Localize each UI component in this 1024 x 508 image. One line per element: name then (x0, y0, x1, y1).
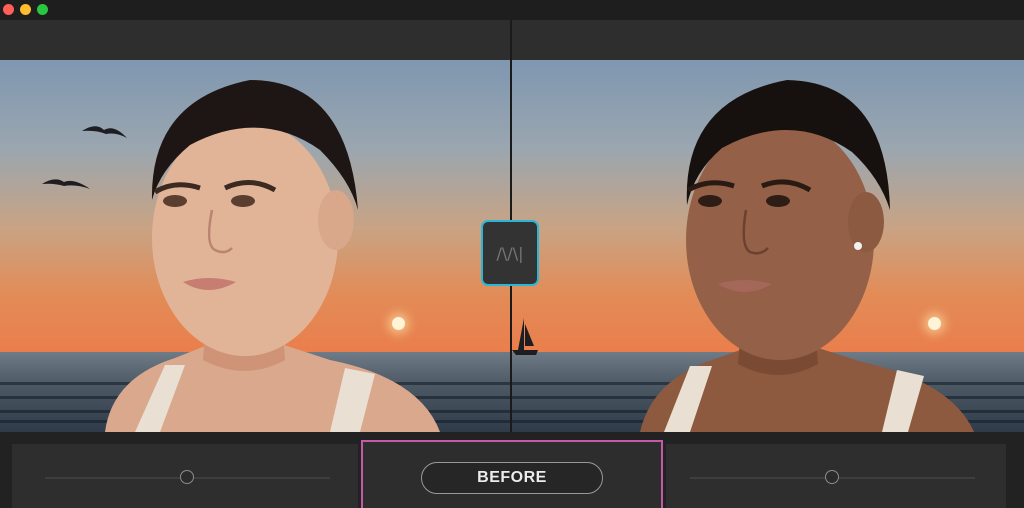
minimize-window-button[interactable] (20, 4, 31, 15)
left-slider-thumb[interactable] (180, 470, 194, 484)
bird-icon (42, 179, 90, 189)
window-titlebar (0, 0, 1024, 20)
right-slider-thumb[interactable] (825, 470, 839, 484)
zoom-window-button[interactable] (37, 4, 48, 15)
before-toggle-button[interactable]: BEFORE (421, 462, 603, 494)
sailboat-icon (518, 318, 524, 350)
portrait-photo-before (42, 80, 440, 432)
handle-grip-icon: /\/\| (496, 244, 524, 263)
split-slider-handle[interactable]: /\/\| (481, 220, 539, 286)
after-image-panel (512, 60, 1024, 432)
bird-icon (82, 126, 127, 138)
portrait-photo-after (512, 80, 974, 432)
earring-icon (854, 242, 862, 250)
before-image-panel (0, 60, 510, 432)
right-toolbar (512, 20, 1024, 60)
left-toolbar (0, 20, 510, 60)
close-window-button[interactable] (3, 4, 14, 15)
